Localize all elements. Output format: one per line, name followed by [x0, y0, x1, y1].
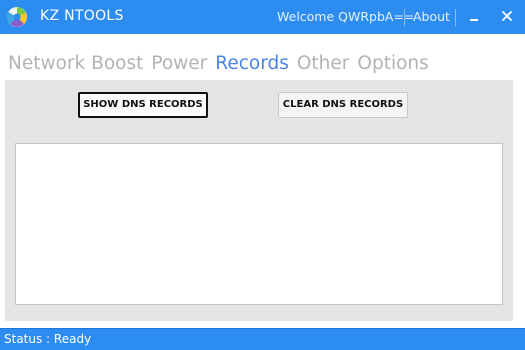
welcome-text: Welcome QWRpbA== — [277, 9, 415, 24]
records-panel: SHOW DNS RECORDS CLEAR DNS RECORDS — [5, 80, 513, 321]
minimize-icon[interactable] — [462, 5, 486, 29]
status-bar: Status : Ready — [0, 328, 525, 350]
tab-network-boost[interactable]: Network Boost — [8, 53, 143, 74]
dns-records-output[interactable] — [15, 143, 503, 305]
tab-power[interactable]: Power — [151, 53, 207, 74]
status-text: Status : Ready — [4, 332, 92, 346]
tab-records[interactable]: Records — [215, 53, 289, 74]
app-logo-icon — [6, 6, 28, 28]
about-link[interactable]: About — [413, 9, 450, 24]
app-title: KZ NTOOLS — [40, 8, 124, 24]
tab-bar: Network Boost Power Records Other Options — [8, 53, 437, 77]
tab-options[interactable]: Options — [357, 53, 428, 74]
tab-other[interactable]: Other — [297, 53, 350, 74]
title-separator — [404, 9, 405, 26]
title-separator — [455, 9, 456, 26]
show-dns-records-button[interactable]: SHOW DNS RECORDS — [78, 92, 208, 118]
clear-dns-records-button[interactable]: CLEAR DNS RECORDS — [278, 92, 408, 118]
close-icon[interactable] — [495, 5, 519, 29]
title-bar: KZ NTOOLS Welcome QWRpbA== About — [0, 0, 525, 34]
